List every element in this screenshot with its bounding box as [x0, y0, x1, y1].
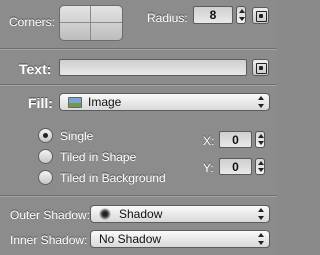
text-label: Text: [19, 61, 52, 77]
corner-bottom-right[interactable] [91, 23, 122, 40]
outer-shadow-value: Shadow [119, 207, 163, 221]
variable-binding-icon[interactable] [252, 59, 269, 76]
popup-arrows-icon [258, 208, 265, 220]
corner-top-right[interactable] [91, 6, 122, 23]
popup-arrows-icon [258, 233, 265, 245]
x-increment-icon[interactable] [256, 132, 264, 140]
divider [0, 195, 277, 197]
corner-top-left[interactable] [60, 6, 91, 23]
radius-increment-icon[interactable] [237, 7, 245, 15]
corners-selector[interactable] [59, 5, 123, 41]
y-increment-icon[interactable] [256, 159, 264, 167]
divider [0, 48, 277, 50]
radio-tiled-in-shape[interactable] [38, 149, 53, 164]
radius-label: Radius: [147, 11, 188, 25]
corner-bottom-left[interactable] [60, 23, 91, 40]
popup-arrows-icon [258, 96, 265, 108]
inner-shadow-popup[interactable]: No Shadow [90, 230, 270, 248]
radio-single[interactable] [38, 128, 53, 143]
radius-decrement-icon[interactable] [237, 15, 245, 23]
radio-single-label: Single [60, 129, 94, 143]
image-icon [68, 96, 82, 108]
inner-shadow-value: No Shadow [99, 232, 162, 246]
radio-tiled-in-background-label: Tiled in Background [60, 171, 166, 185]
y-label: Y: [203, 161, 214, 175]
inner-shadow-label: Inner Shadow: [10, 233, 88, 247]
radio-tiled-in-shape-label: Tiled in Shape [60, 150, 137, 164]
x-label: X: [203, 134, 215, 148]
fill-type-popup[interactable]: Image [59, 93, 270, 111]
text-field[interactable] [59, 59, 247, 76]
outer-shadow-popup[interactable]: Shadow [90, 205, 270, 223]
shape-inspector-panel: Corners: Radius: 8 Text: Fill: Image Sin… [0, 0, 277, 255]
variable-binding-icon[interactable] [252, 7, 269, 24]
x-decrement-icon[interactable] [256, 140, 264, 148]
fill-type-value: Image [88, 95, 122, 109]
x-stepper[interactable] [255, 131, 265, 148]
fill-label: Fill: [28, 95, 53, 111]
y-field[interactable]: 0 [219, 158, 252, 175]
divider [0, 84, 277, 86]
radio-tiled-in-background[interactable] [38, 170, 53, 185]
corners-label: Corners: [9, 15, 56, 29]
shadow-icon [99, 208, 111, 220]
outer-shadow-label: Outer Shadow: [10, 208, 91, 222]
y-stepper[interactable] [255, 158, 265, 175]
x-field[interactable]: 0 [219, 131, 252, 148]
y-decrement-icon[interactable] [256, 167, 264, 175]
radius-field[interactable]: 8 [193, 6, 233, 24]
radius-stepper[interactable] [236, 6, 246, 24]
